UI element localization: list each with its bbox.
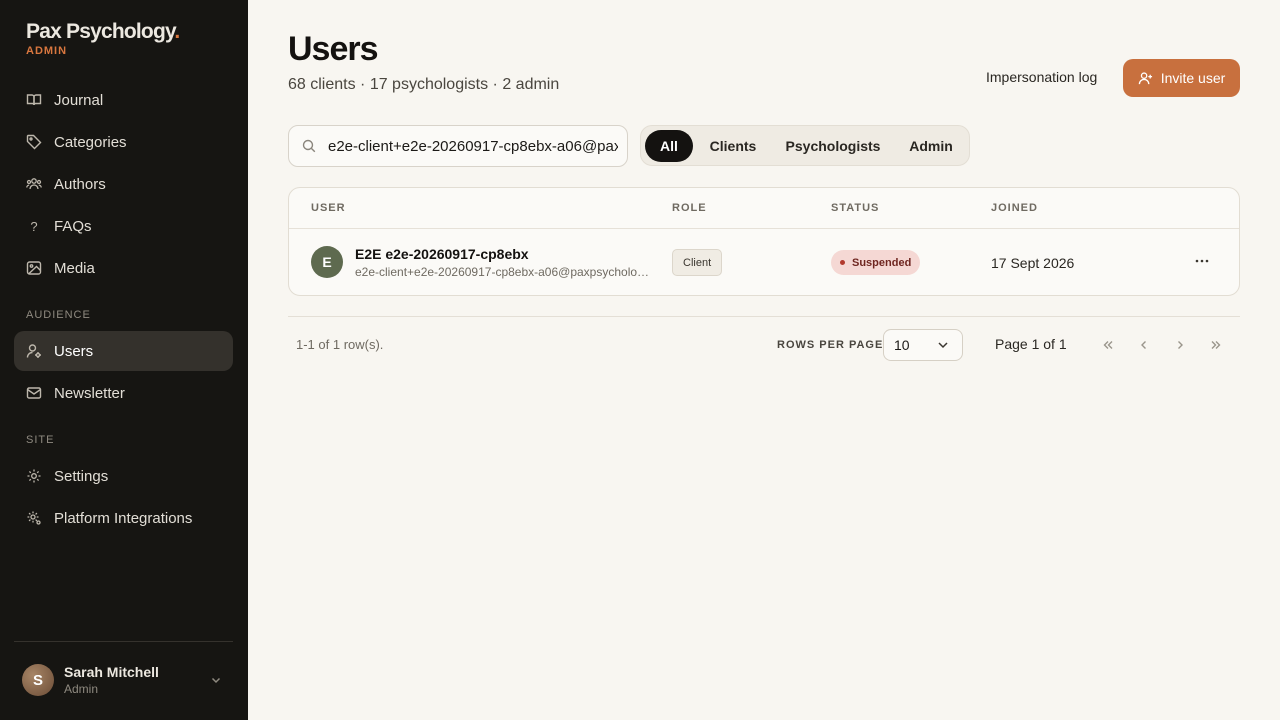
mail-icon (26, 385, 42, 401)
page-subtitle: 68 clients · 17 psychologists · 2 admin (288, 76, 560, 93)
sidebar-item-label: Users (54, 342, 94, 360)
user-plus-icon (1138, 71, 1153, 86)
sidebar-item-authors[interactable]: Authors (14, 164, 233, 204)
chevrons-right-icon (1209, 338, 1223, 352)
rows-per-page-select[interactable]: 10 (883, 329, 963, 361)
user-avatar: E (311, 246, 343, 278)
last-page-button[interactable] (1204, 333, 1228, 357)
user-name[interactable]: E2E e2e-20260917-cp8ebx (355, 246, 529, 262)
sidebar-item-users[interactable]: Users (14, 331, 233, 371)
user-cog-icon (26, 343, 42, 359)
header-divider (289, 228, 1239, 229)
gear-plug-icon (26, 510, 42, 526)
sidebar-section-site: SITE (26, 434, 55, 446)
account-name: Sarah Mitchell (64, 664, 159, 680)
sidebar-item-settings[interactable]: Settings (14, 456, 233, 496)
brand-name: Pax Psychology. (26, 20, 180, 43)
filter-clients[interactable]: Clients (693, 130, 773, 162)
search-input[interactable] (328, 137, 618, 155)
search-icon (302, 139, 316, 153)
page-info: Page 1 of 1 (995, 336, 1067, 352)
sidebar: Pax Psychology. ADMIN Journal Categories… (0, 0, 248, 720)
row-actions-button[interactable] (1190, 249, 1214, 273)
sidebar-item-categories[interactable]: Categories (14, 122, 233, 162)
question-icon: ? (30, 218, 38, 234)
sidebar-item-journal[interactable]: Journal (14, 80, 233, 120)
column-header-joined[interactable]: JOINED (991, 202, 1038, 214)
filter-all[interactable]: All (645, 129, 693, 162)
users-table: USER ROLE STATUS JOINED E E2E e2e-202609… (288, 187, 1240, 296)
chevron-down-icon (936, 338, 950, 352)
invite-user-button[interactable]: Invite user (1123, 59, 1240, 97)
sidebar-item-newsletter[interactable]: Newsletter (14, 373, 233, 413)
role-filter-group: All Clients Psychologists Admin (640, 125, 970, 166)
tag-icon (26, 134, 42, 150)
sidebar-item-label: Platform Integrations (54, 509, 193, 527)
sidebar-item-label: Newsletter (54, 384, 125, 402)
sidebar-item-faqs[interactable]: ? FAQs (14, 206, 233, 246)
sidebar-item-label: Authors (54, 175, 106, 193)
status-label: Suspended (852, 256, 912, 269)
status-badge: Suspended (831, 250, 921, 275)
role-badge: Client (672, 249, 723, 276)
sidebar-divider (14, 641, 233, 642)
book-icon (26, 92, 42, 108)
filter-admin[interactable]: Admin (893, 130, 969, 162)
status-dot (840, 260, 845, 265)
sidebar-section-audience: AUDIENCE (26, 309, 91, 321)
first-page-button[interactable] (1096, 333, 1120, 357)
next-page-button[interactable] (1168, 333, 1192, 357)
sidebar-item-label: Media (54, 259, 95, 277)
account-menu[interactable]: S Sarah Mitchell Admin (22, 664, 233, 696)
sidebar-item-platform-integrations[interactable]: Platform Integrations (14, 498, 233, 538)
pagination-divider (288, 316, 1240, 317)
search-box (288, 125, 628, 167)
gear-icon (26, 468, 42, 484)
sidebar-item-label: FAQs (54, 217, 92, 235)
image-icon (26, 260, 42, 276)
row-count: 1-1 of 1 row(s). (296, 337, 384, 352)
users-icon (26, 176, 42, 192)
user-email: e2e-client+e2e-20260917-cp8ebx-a06@paxps… (355, 265, 655, 279)
sidebar-item-label: Settings (54, 467, 109, 485)
chevron-down-icon (209, 673, 223, 692)
chevron-left-icon (1137, 338, 1151, 352)
impersonation-log-link[interactable]: Impersonation log (986, 69, 1097, 85)
page-title: Users (288, 30, 379, 68)
more-horizontal-icon (1194, 253, 1210, 269)
rows-per-page-label: ROWS PER PAGE (777, 339, 884, 351)
account-role: Admin (64, 682, 99, 696)
chevrons-left-icon (1101, 338, 1115, 352)
chevron-right-icon (1173, 338, 1187, 352)
column-header-user[interactable]: USER (311, 202, 346, 214)
rows-per-page-value: 10 (894, 337, 910, 353)
brand-logo[interactable]: Pax Psychology. ADMIN (26, 20, 180, 57)
brand-subtitle: ADMIN (26, 45, 68, 57)
joined-date: 17 Sept 2026 (991, 255, 1075, 271)
sidebar-item-label: Categories (54, 133, 127, 151)
column-header-role[interactable]: ROLE (672, 202, 707, 214)
invite-user-label: Invite user (1160, 70, 1226, 86)
column-header-status[interactable]: STATUS (831, 202, 879, 214)
previous-page-button[interactable] (1132, 333, 1156, 357)
filter-psychologists[interactable]: Psychologists (773, 130, 893, 162)
sidebar-item-label: Journal (54, 91, 104, 109)
avatar: S (22, 664, 54, 696)
sidebar-item-media[interactable]: Media (14, 248, 233, 288)
